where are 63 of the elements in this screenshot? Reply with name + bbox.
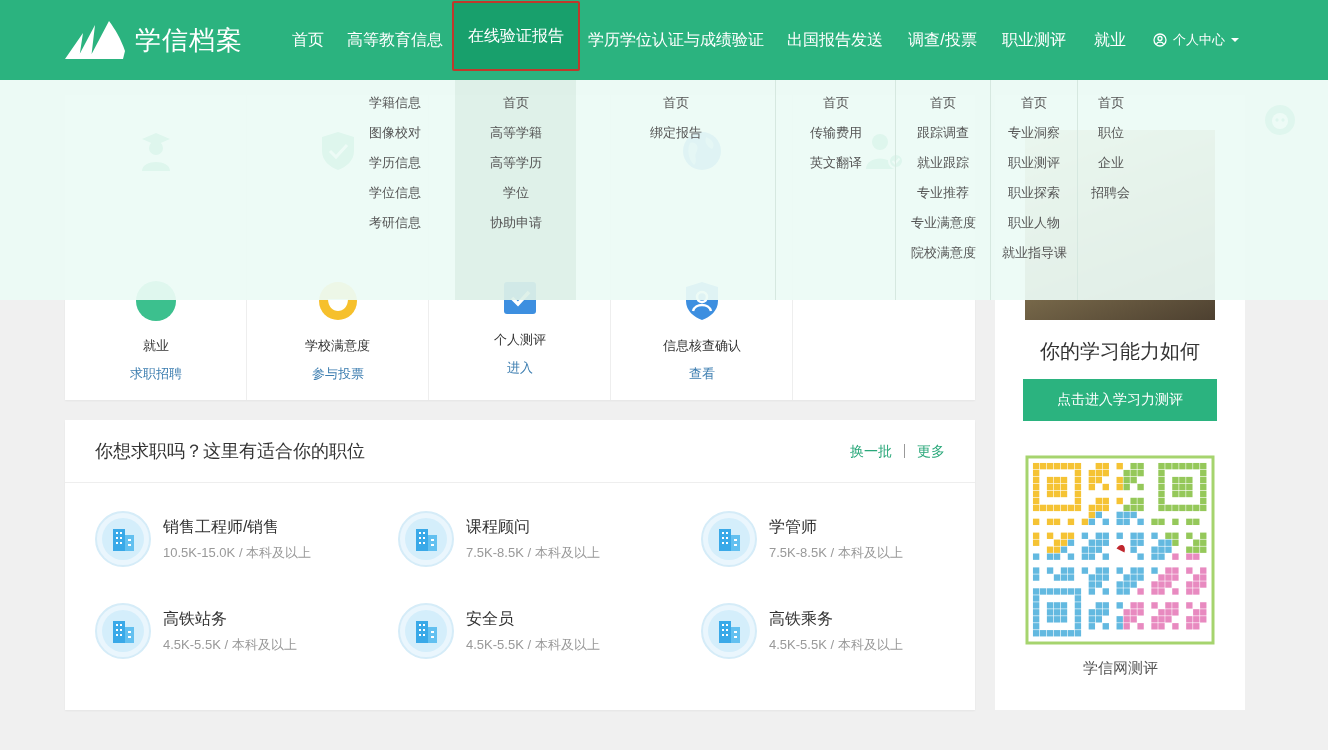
service-link[interactable]: 进入 [506, 359, 533, 377]
caret-icon[interactable] [1231, 38, 1239, 42]
submenu-link[interactable]: 协助申请 [489, 208, 542, 238]
submenu-link[interactable]: 传输费用 [809, 118, 862, 148]
submenu-link[interactable]: 高等学历 [489, 148, 542, 178]
job-title-link[interactable]: 学管师 [769, 516, 903, 538]
submenu-link[interactable]: 招聘会 [1091, 178, 1130, 208]
job-salary-education: 4.5K-5.5K / 本科及以上 [769, 635, 903, 654]
submenu-link[interactable]: 学籍信息 [369, 88, 421, 118]
submenu-link[interactable]: 首页 [662, 88, 689, 118]
job-title-link[interactable]: 高铁乘务 [769, 608, 903, 630]
submenu-link[interactable]: 就业跟踪 [917, 148, 969, 178]
jobs-section-title: 你想求职吗？这里有适合你的职位 [95, 440, 365, 463]
building-icon[interactable] [701, 511, 757, 567]
service-title[interactable]: 信息核查确认 [662, 337, 741, 355]
job-title-link[interactable]: 销售工程师/销售 [163, 516, 312, 538]
job-title-link[interactable]: 高铁站务 [163, 608, 297, 630]
submenu-link[interactable]: 首页 [822, 88, 849, 118]
submenu-link[interactable]: 考研信息 [369, 208, 421, 238]
submenu-link[interactable]: 学历信息 [369, 148, 421, 178]
submenu-link[interactable]: 学位信息 [369, 178, 421, 208]
submenu-link[interactable]: 绑定报告 [649, 118, 702, 148]
submenu-link[interactable]: 跟踪调查 [917, 118, 969, 148]
qr-caption: 学信网测评 [1082, 659, 1158, 678]
job-salary-education: 7.5K-8.5K / 本科及以上 [466, 543, 600, 562]
sidebar-title: 你的学习能力如何 [1040, 339, 1200, 364]
job-salary-education: 4.5K-5.5K / 本科及以上 [466, 635, 600, 654]
submenu-link[interactable]: 专业推荐 [917, 178, 969, 208]
submenu-link[interactable]: 英文翻译 [809, 148, 862, 178]
service-title[interactable]: 就业 [142, 337, 169, 355]
submenu-link[interactable]: 职业测评 [1008, 148, 1060, 178]
submenu-link[interactable]: 专业满意度 [910, 208, 976, 238]
job-salary-education: 4.5K-5.5K / 本科及以上 [163, 635, 297, 654]
submenu-link[interactable]: 企业 [1097, 148, 1124, 178]
sail-logo-icon[interactable] [65, 21, 125, 59]
submenu-link[interactable]: 高等学籍 [489, 118, 542, 148]
building-icon[interactable] [95, 511, 151, 567]
job-title-link[interactable]: 安全员 [466, 608, 600, 630]
submenu-link[interactable]: 职位 [1097, 118, 1124, 148]
submenu-link[interactable]: 职业人物 [1008, 208, 1060, 238]
submenu-link[interactable]: 首页 [1021, 88, 1047, 118]
submenu-link[interactable]: 首页 [930, 88, 956, 118]
building-icon[interactable] [398, 511, 454, 567]
submenu-link[interactable]: 首页 [502, 88, 529, 118]
submenu-link[interactable]: 职业探索 [1008, 178, 1060, 208]
building-icon[interactable] [398, 603, 454, 659]
submenu-link[interactable]: 就业指导课 [1001, 238, 1067, 268]
service-title[interactable]: 学校满意度 [305, 337, 370, 355]
service-title[interactable]: 个人测评 [493, 331, 546, 349]
building-icon[interactable] [95, 603, 151, 659]
submenu-link[interactable]: 图像校对 [369, 118, 421, 148]
job-salary-education: 10.5K-15.0K / 本科及以上 [163, 543, 312, 562]
service-link[interactable]: 求职招聘 [129, 365, 182, 383]
submenu-link[interactable]: 院校满意度 [910, 238, 976, 268]
submenu-link[interactable]: 首页 [1097, 88, 1124, 118]
submenu-link[interactable]: 专业洞察 [1008, 118, 1060, 148]
user-icon[interactable] [1153, 33, 1167, 47]
job-title-link[interactable]: 课程顾问 [466, 516, 600, 538]
building-icon[interactable] [701, 603, 757, 659]
job-salary-education: 7.5K-8.5K / 本科及以上 [769, 543, 903, 562]
service-link[interactable]: 查看 [688, 365, 715, 383]
service-link[interactable]: 参与投票 [311, 365, 364, 383]
submenu-link[interactable]: 学位 [502, 178, 529, 208]
